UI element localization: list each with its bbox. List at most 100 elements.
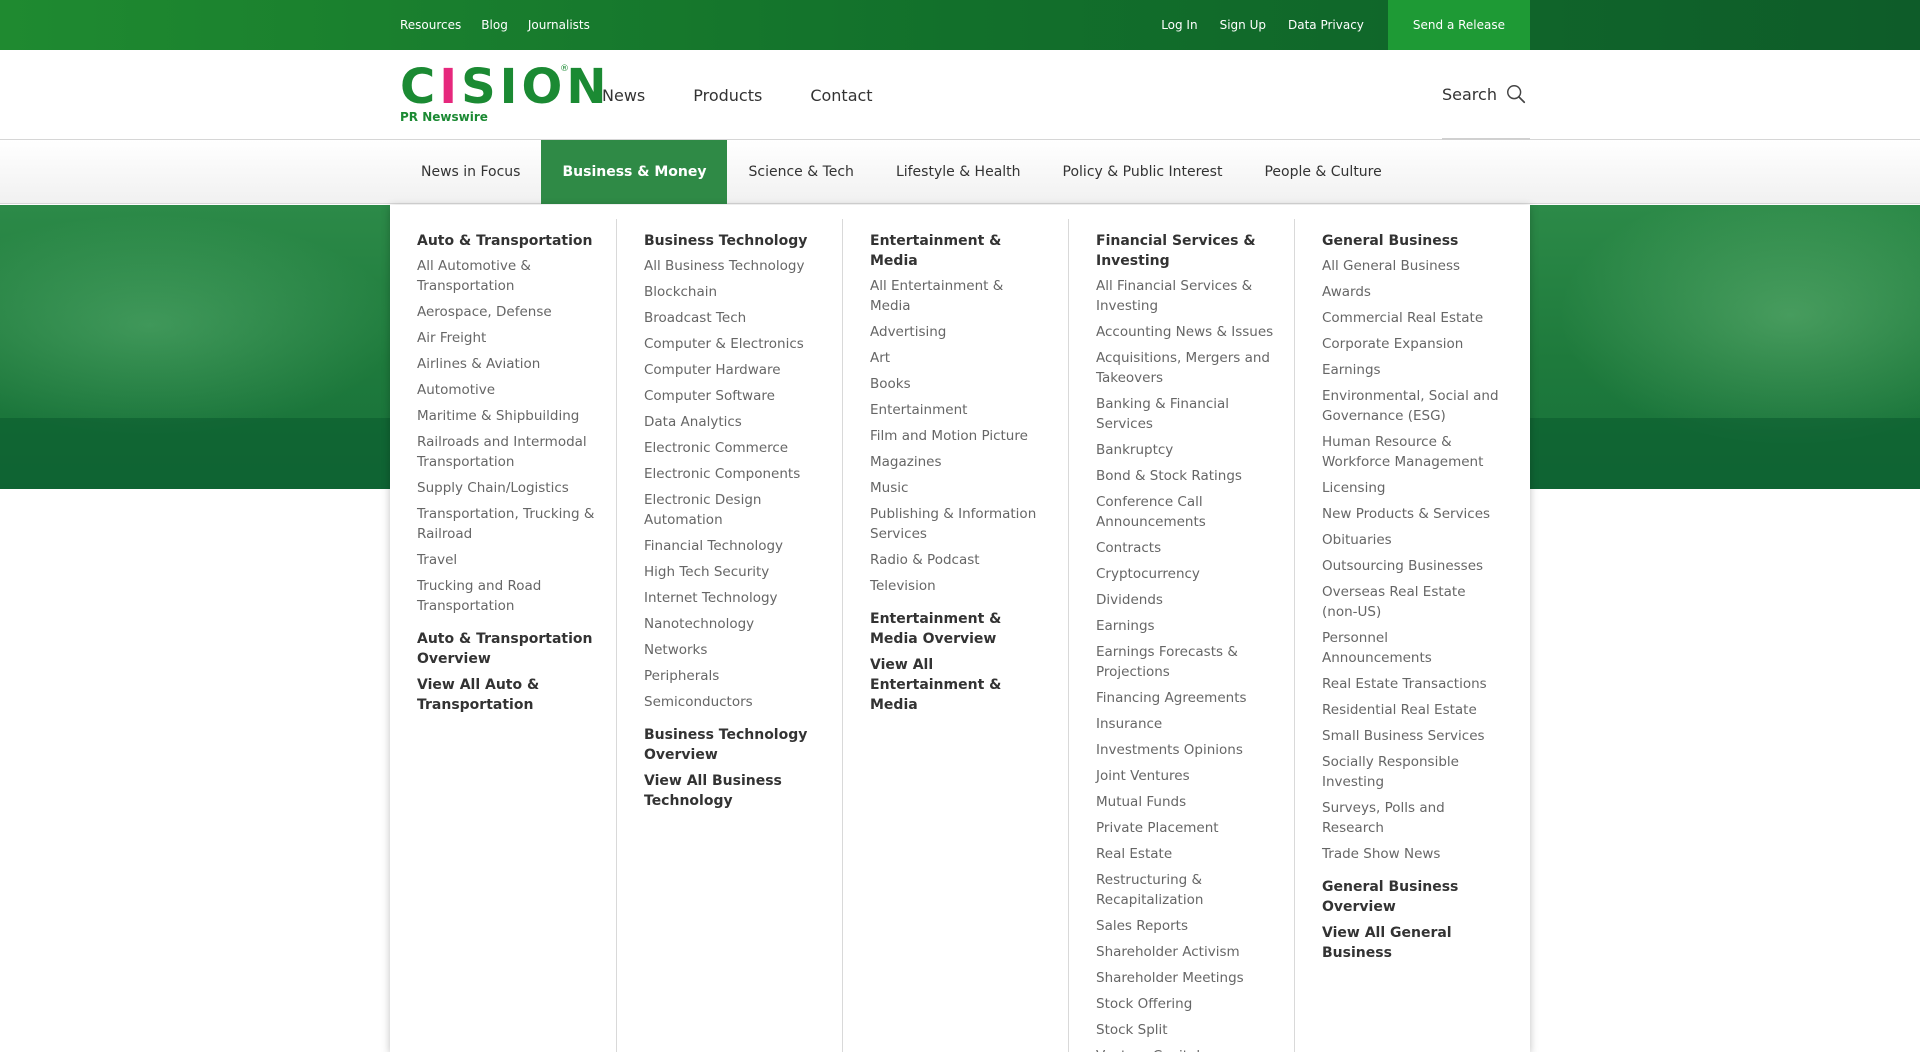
menu-item[interactable]: Real Estate Transactions [1322, 671, 1500, 697]
menu-item[interactable]: Stock Split [1096, 1017, 1274, 1043]
menu-item[interactable]: Trucking and Road Transportation [417, 573, 596, 619]
overview-link[interactable]: Auto & Transportation Overview [417, 629, 596, 669]
data-privacy-link[interactable]: Data Privacy [1288, 18, 1364, 32]
menu-item[interactable]: Computer Software [644, 383, 822, 409]
menu-item[interactable]: Electronic Components [644, 461, 822, 487]
menu-item[interactable]: Mutual Funds [1096, 789, 1274, 815]
login-link[interactable]: Log In [1161, 18, 1197, 32]
search-toggle[interactable]: Search [1442, 50, 1530, 140]
menu-item[interactable]: Acquisitions, Mergers and Takeovers [1096, 345, 1274, 391]
menu-item[interactable]: Human Resource & Workforce Management [1322, 429, 1500, 475]
menu-item[interactable]: Private Placement [1096, 815, 1274, 841]
menu-item[interactable]: Networks [644, 637, 822, 663]
menu-item[interactable]: Maritime & Shipbuilding [417, 403, 596, 429]
menu-item[interactable]: Joint Ventures [1096, 763, 1274, 789]
menu-item[interactable]: Supply Chain/Logistics [417, 475, 596, 501]
menu-item[interactable]: Radio & Podcast [870, 547, 1048, 573]
menu-item[interactable]: Small Business Services [1322, 723, 1500, 749]
overview-link[interactable]: Entertainment & Media Overview [870, 609, 1048, 649]
menu-item[interactable]: Corporate Expansion [1322, 331, 1500, 357]
tab-people-culture[interactable]: People & Culture [1243, 140, 1402, 204]
view-all-link[interactable]: View All Entertainment & Media [870, 655, 1048, 715]
menu-item[interactable]: Insurance [1096, 711, 1274, 737]
menu-item[interactable]: Dividends [1096, 587, 1274, 613]
journalists-link[interactable]: Journalists [528, 18, 590, 32]
tab-news-in-focus[interactable]: News in Focus [400, 140, 541, 204]
blog-link[interactable]: Blog [481, 18, 508, 32]
menu-item[interactable]: Environmental, Social and Governance (ES… [1322, 383, 1500, 429]
nav-news[interactable]: News [602, 86, 645, 105]
menu-item[interactable]: Aerospace, Defense [417, 299, 596, 325]
tab-lifestyle-health[interactable]: Lifestyle & Health [875, 140, 1042, 204]
menu-item[interactable]: Residential Real Estate [1322, 697, 1500, 723]
view-all-link[interactable]: View All Business Technology [644, 771, 822, 811]
menu-item[interactable]: Bond & Stock Ratings [1096, 463, 1274, 489]
column-heading[interactable]: Auto & Transportation [417, 231, 596, 251]
menu-item[interactable]: New Products & Services [1322, 501, 1500, 527]
nav-products[interactable]: Products [693, 86, 762, 105]
nav-contact[interactable]: Contact [810, 86, 872, 105]
view-all-link[interactable]: View All General Business [1322, 923, 1500, 963]
tab-business-money[interactable]: Business & Money [541, 140, 728, 204]
cision-logo[interactable]: CISION ® PR Newswire [400, 62, 606, 128]
menu-item[interactable]: Electronic Design Automation [644, 487, 822, 533]
menu-item[interactable]: Broadcast Tech [644, 305, 822, 331]
menu-item[interactable]: Computer Hardware [644, 357, 822, 383]
menu-item[interactable]: Computer & Electronics [644, 331, 822, 357]
menu-item[interactable]: Travel [417, 547, 596, 573]
menu-item[interactable]: Data Analytics [644, 409, 822, 435]
menu-item[interactable]: Stock Offering [1096, 991, 1274, 1017]
menu-item[interactable]: Semiconductors [644, 689, 822, 715]
column-heading[interactable]: Entertainment & Media [870, 231, 1048, 271]
menu-item[interactable]: Overseas Real Estate (non-US) [1322, 579, 1500, 625]
menu-item[interactable]: Cryptocurrency [1096, 561, 1274, 587]
menu-item[interactable]: Automotive [417, 377, 596, 403]
menu-item[interactable]: Books [870, 371, 1048, 397]
menu-item[interactable]: Banking & Financial Services [1096, 391, 1274, 437]
menu-item[interactable]: Earnings Forecasts & Projections [1096, 639, 1274, 685]
overview-link[interactable]: Business Technology Overview [644, 725, 822, 765]
menu-item[interactable]: Real Estate [1096, 841, 1274, 867]
overview-link[interactable]: General Business Overview [1322, 877, 1500, 917]
menu-item[interactable]: Advertising [870, 319, 1048, 345]
menu-item[interactable]: Earnings [1322, 357, 1500, 383]
menu-item[interactable]: Conference Call Announcements [1096, 489, 1274, 535]
menu-item[interactable]: Financial Technology [644, 533, 822, 559]
menu-item[interactable]: Music [870, 475, 1048, 501]
menu-item[interactable]: Film and Motion Picture [870, 423, 1048, 449]
menu-item[interactable]: Licensing [1322, 475, 1500, 501]
tab-policy-public-interest[interactable]: Policy & Public Interest [1042, 140, 1244, 204]
menu-item[interactable]: Electronic Commerce [644, 435, 822, 461]
menu-item[interactable]: Accounting News & Issues [1096, 319, 1274, 345]
tab-science-tech[interactable]: Science & Tech [727, 140, 874, 204]
signup-link[interactable]: Sign Up [1220, 18, 1266, 32]
menu-item[interactable]: Personnel Announcements [1322, 625, 1500, 671]
menu-item[interactable]: All Financial Services & Investing [1096, 273, 1274, 319]
menu-item[interactable]: Bankruptcy [1096, 437, 1274, 463]
menu-item[interactable]: Publishing & Information Services [870, 501, 1048, 547]
menu-item[interactable]: Entertainment [870, 397, 1048, 423]
menu-item[interactable]: Peripherals [644, 663, 822, 689]
column-heading[interactable]: General Business [1322, 231, 1500, 251]
menu-item[interactable]: All Entertainment & Media [870, 273, 1048, 319]
menu-item[interactable]: Trade Show News [1322, 841, 1500, 867]
send-release-button[interactable]: Send a Release [1387, 0, 1530, 50]
menu-item[interactable]: Contracts [1096, 535, 1274, 561]
column-heading[interactable]: Business Technology [644, 231, 822, 251]
menu-item[interactable]: Transportation, Trucking & Railroad [417, 501, 596, 547]
menu-item[interactable]: Commercial Real Estate [1322, 305, 1500, 331]
menu-item[interactable]: Venture Capital [1096, 1043, 1274, 1052]
menu-item[interactable]: All Automotive & Transportation [417, 253, 596, 299]
menu-item[interactable]: Obituaries [1322, 527, 1500, 553]
menu-item[interactable]: Shareholder Meetings [1096, 965, 1274, 991]
menu-item[interactable]: Air Freight [417, 325, 596, 351]
view-all-link[interactable]: View All Auto & Transportation [417, 675, 596, 715]
menu-item[interactable]: All General Business [1322, 253, 1500, 279]
menu-item[interactable]: Railroads and Intermodal Transportation [417, 429, 596, 475]
menu-item[interactable]: Internet Technology [644, 585, 822, 611]
menu-item[interactable]: Investments Opinions [1096, 737, 1274, 763]
menu-item[interactable]: All Business Technology [644, 253, 822, 279]
menu-item[interactable]: Surveys, Polls and Research [1322, 795, 1500, 841]
resources-link[interactable]: Resources [400, 18, 461, 32]
menu-item[interactable]: Awards [1322, 279, 1500, 305]
